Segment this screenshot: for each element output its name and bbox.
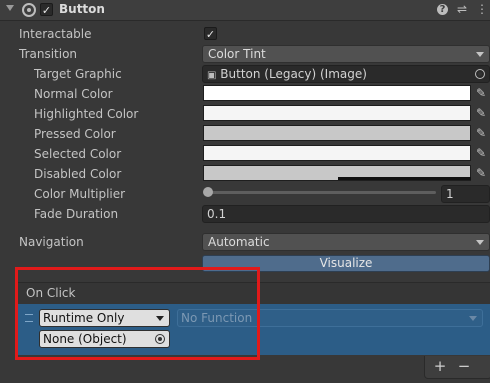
highlighted-color-label: Highlighted Color bbox=[34, 107, 139, 121]
slider-thumb[interactable] bbox=[203, 187, 213, 197]
navigation-label: Navigation bbox=[19, 235, 84, 249]
interactable-checkbox[interactable]: ✓ bbox=[204, 27, 217, 41]
color-multiplier-input[interactable]: 1 bbox=[441, 185, 490, 203]
target-graphic-field[interactable]: ▣ Button (Legacy) (Image) bbox=[202, 65, 490, 83]
normal-color-swatch[interactable] bbox=[203, 85, 471, 101]
component-enabled-checkbox[interactable]: ✓ bbox=[40, 3, 53, 17]
eyedropper-icon[interactable]: ✎ bbox=[473, 165, 489, 181]
kebab-menu-icon[interactable]: ⋮ bbox=[475, 2, 489, 16]
navigation-dropdown[interactable]: Automatic bbox=[202, 233, 490, 251]
transition-dropdown[interactable]: Color Tint bbox=[202, 45, 490, 63]
selected-color-swatch[interactable] bbox=[203, 145, 471, 161]
fade-duration-input[interactable]: 0.1 bbox=[202, 205, 490, 223]
color-multiplier-slider[interactable] bbox=[206, 191, 436, 194]
component-title: Button bbox=[59, 2, 105, 16]
highlighted-color-swatch[interactable] bbox=[203, 105, 471, 121]
pressed-color-swatch[interactable] bbox=[203, 125, 471, 141]
component-icon bbox=[22, 3, 36, 17]
target-graphic-label: Target Graphic bbox=[34, 67, 122, 81]
disabled-color-swatch[interactable] bbox=[203, 165, 471, 181]
transition-label: Transition bbox=[19, 47, 78, 61]
list-footer: + − bbox=[424, 356, 490, 379]
image-icon: ▣ bbox=[207, 70, 217, 81]
chevron-down-icon bbox=[476, 52, 484, 57]
help-icon[interactable]: ? bbox=[437, 4, 448, 15]
foldout-arrow-icon[interactable] bbox=[6, 5, 14, 11]
interactable-label: Interactable bbox=[19, 27, 92, 41]
navigation-value: Automatic bbox=[208, 235, 270, 249]
highlight-box bbox=[15, 267, 260, 360]
color-multiplier-label: Color Multiplier bbox=[34, 187, 126, 201]
target-graphic-value: Button (Legacy) (Image) bbox=[220, 67, 367, 81]
eyedropper-icon[interactable]: ✎ bbox=[473, 85, 489, 101]
eyedropper-icon[interactable]: ✎ bbox=[473, 105, 489, 121]
alpha-bar bbox=[338, 177, 471, 180]
add-button[interactable]: + bbox=[429, 356, 451, 376]
chevron-down-icon bbox=[469, 316, 477, 321]
selected-color-label: Selected Color bbox=[34, 147, 122, 161]
transition-value: Color Tint bbox=[208, 47, 266, 61]
remove-button[interactable]: − bbox=[453, 356, 475, 376]
normal-color-label: Normal Color bbox=[34, 87, 113, 101]
eyedropper-icon[interactable]: ✎ bbox=[473, 145, 489, 161]
disabled-color-label: Disabled Color bbox=[34, 167, 122, 181]
object-picker-icon[interactable] bbox=[475, 69, 485, 79]
chevron-down-icon bbox=[476, 240, 484, 245]
presets-icon[interactable]: ⇌ bbox=[455, 2, 469, 16]
eyedropper-icon[interactable]: ✎ bbox=[473, 125, 489, 141]
fade-duration-label: Fade Duration bbox=[34, 207, 119, 221]
pressed-color-label: Pressed Color bbox=[34, 127, 116, 141]
